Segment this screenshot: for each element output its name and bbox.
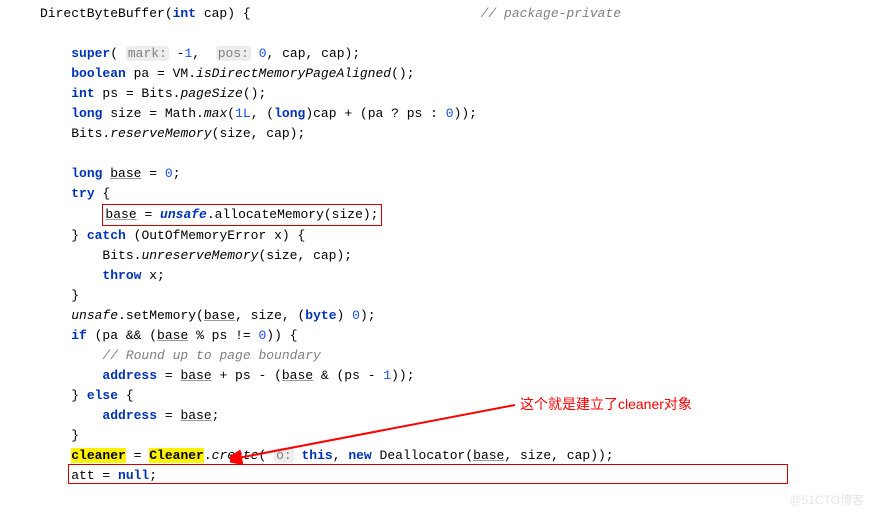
code-line: super( mark: -1, pos: 0, cap, cap);	[40, 44, 870, 64]
annotation-text: 这个就是建立了cleaner对象	[520, 394, 692, 414]
code-line: Bits.unreserveMemory(size, cap);	[40, 246, 870, 266]
code-line: // Round up to page boundary	[40, 346, 870, 366]
code-line: long size = Math.max(1L, (long)cap + (pa…	[40, 104, 870, 124]
code-line: } else {	[40, 386, 870, 406]
code-line: att = null;	[40, 466, 870, 486]
code-line: if (pa && (base % ps != 0)) {	[40, 326, 870, 346]
code-line: } catch (OutOfMemoryError x) {	[40, 226, 870, 246]
code-line: int ps = Bits.pageSize();	[40, 84, 870, 104]
code-line: try {	[40, 184, 870, 204]
code-line	[40, 144, 870, 164]
code-line: boolean pa = VM.isDirectMemoryPageAligne…	[40, 64, 870, 84]
highlight-box: base = unsafe.allocateMemory(size);	[102, 204, 381, 226]
code-line: }	[40, 286, 870, 306]
code-line: unsafe.setMemory(base, size, (byte) 0);	[40, 306, 870, 326]
code-line: address = base + ps - (base & (ps - 1));	[40, 366, 870, 386]
code-line: throw x;	[40, 266, 870, 286]
code-line: base = unsafe.allocateMemory(size);	[40, 204, 870, 226]
code-line: }	[40, 426, 870, 446]
code-line: long base = 0;	[40, 164, 870, 184]
watermark: @51CTO博客	[789, 490, 864, 510]
code-line: cleaner = Cleaner.create( o: this, new D…	[40, 446, 870, 466]
code-line: DirectByteBuffer(int cap) {// package-pr…	[40, 4, 870, 24]
code-line	[40, 24, 870, 44]
code-line: address = base;	[40, 406, 870, 426]
code-line: Bits.reserveMemory(size, cap);	[40, 124, 870, 144]
code-block: DirectByteBuffer(int cap) {// package-pr…	[0, 4, 870, 486]
